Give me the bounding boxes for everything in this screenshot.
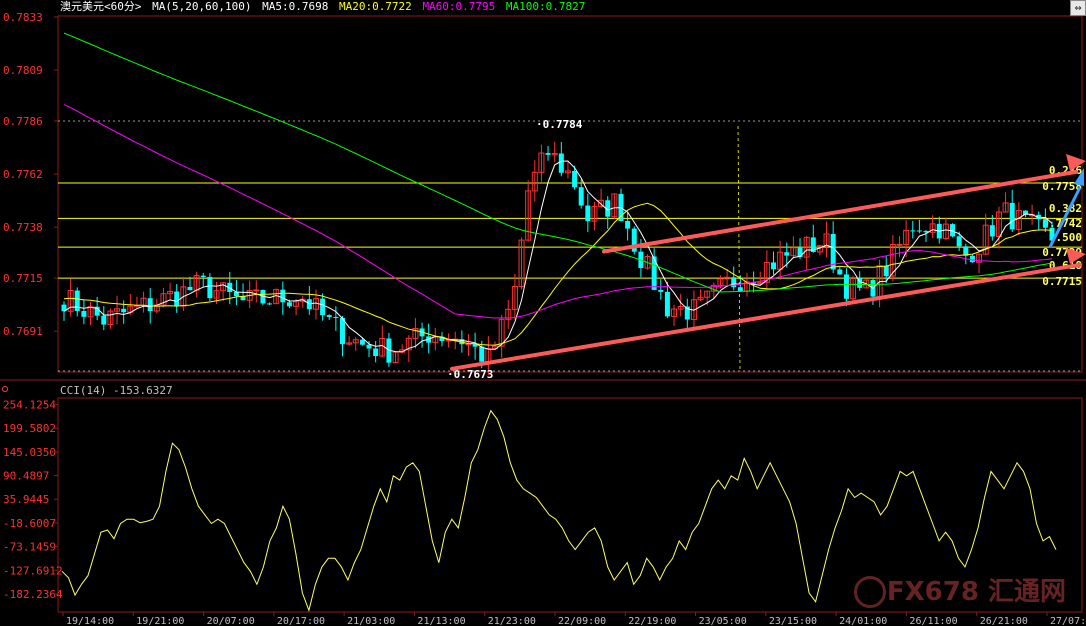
candle-body-down [81,311,87,317]
x-tick-label: 21/03:00 [347,616,395,626]
candle-body-down [74,290,80,312]
ma-spec-label: MA(5,20,60,100) [152,0,252,13]
chart-header: 澳元美元<60分> MA(5,20,60,100) MA5:0.7698 MA2… [60,0,589,14]
restore-window-button[interactable]: ⇔ [1070,0,1086,16]
symbol-label: 澳元美元<60分> [60,0,142,13]
fib-right-label: 0.7715 [1042,275,1082,288]
candle-body-down [771,262,777,270]
x-tick-label: 20/17:00 [277,616,325,626]
candle-body-down [883,265,889,277]
candle-body-down [147,298,153,312]
x-tick-label: 20/07:00 [207,616,255,626]
candle-body-down [578,187,584,206]
candle-body-down [174,291,180,307]
candle-body-up [465,343,472,346]
cci-y-tick-label: -127.6912 [3,564,63,577]
candle-body-down [200,275,206,277]
candle-body-down [320,298,326,316]
price-y-tick-label: 0.7715 [3,272,43,285]
candle-body-down [101,315,107,325]
x-tick-label: 24/01:00 [839,616,887,626]
x-tick-label: 22/09:00 [558,616,606,626]
x-tick-label: 27/07:00 [1050,616,1086,626]
candle-body-down [585,205,591,222]
candle-body-down [545,153,551,155]
watermark-logo-icon [854,576,886,608]
candle-body-down [625,220,631,229]
ma20-label: MA20:0.7722 [338,0,412,13]
x-tick-label: 19/14:00 [66,616,114,626]
x-tick-label: 22/19:00 [628,616,676,626]
candle-body-down [280,289,286,303]
candle-body-down [306,299,312,310]
candle-body-down [366,344,372,349]
ma60-label: MA60:0.7795 [422,0,496,13]
candle-body-down [267,303,273,305]
cci-y-tick-label: 35.9445 [3,493,49,506]
candle-body-down [956,236,962,247]
price-y-tick-label: 0.7762 [3,168,43,181]
candle-body-down [989,225,995,237]
watermark: FX678 汇通网 [886,577,1066,607]
candle-body-down [843,274,849,299]
x-tick-label: 21/23:00 [488,616,536,626]
vertical-dashed-line [737,125,741,371]
x-tick-label: 21/13:00 [417,616,465,626]
candle-body-down [837,269,843,275]
x-tick-label: 26/21:00 [980,616,1028,626]
cci-y-tick-label: 145.0350 [3,446,56,459]
candle-body-down [326,315,332,317]
candle-body-down [664,291,670,317]
x-tick-label: 26/11:00 [909,616,957,626]
price-y-tick-label: 0.7809 [3,64,43,77]
candle-body-down [969,255,975,263]
candle-body-down [286,302,292,307]
cci-y-tick-label: 254.1254 [3,399,56,412]
cci-header: CCI(14) -153.6327 [60,384,173,398]
candle-body-down [333,316,339,318]
candle-body-down [359,339,365,345]
candle-body-down [737,287,743,292]
price-panel-frame [57,15,1083,373]
candle-body-down [1042,219,1048,228]
candle-body-down [784,252,790,256]
candle-body-down [658,289,664,292]
candle-body-down [558,153,564,173]
candle-body-down [950,224,956,237]
candle-body-down [187,286,193,291]
price-y-tick-label: 0.7833 [3,11,43,24]
price-y-tick-label: 0.7691 [3,325,43,338]
ma100-label: MA100:0.7827 [505,0,586,13]
cci-y-tick-label: -73.1459 [3,541,56,554]
cci-title: CCI(14) [60,384,107,397]
candle-body-up [253,289,260,292]
ma20-line [63,202,1053,346]
cci-y-tick-label: -182.2364 [3,588,63,601]
cci-marker-icon [2,386,8,392]
candle-body-down [339,317,345,345]
cci-y-tick-label: -18.6007 [3,517,56,530]
candle-body-down [910,230,916,232]
candle-body-down [121,308,127,313]
high-annotation: ·0.7784 [536,118,583,131]
candle-body-down [916,230,922,232]
candle-body-down [479,346,485,362]
x-tick-label: 23/15:00 [769,616,817,626]
x-tick-label: 23/05:00 [699,616,747,626]
price-chart: 0.7833 0.7809 0.7786 0.7762 0.7738 0.7715 0.76… [0,11,1086,626]
ma5-line [63,160,1053,353]
cci-value: -153.6327 [112,384,173,397]
candle-body-down [1009,202,1015,230]
candle-body-down [572,170,578,188]
candle-body-down [373,348,379,357]
price-y-tick-label: 0.7738 [3,221,43,234]
candle-body-up [896,243,903,246]
cci-y-tick-label: 199.5802 [3,422,56,435]
cci-y-tick-label: 90.4897 [3,470,49,483]
ma5-label: MA5:0.7698 [262,0,329,13]
candle-body-down [233,292,239,297]
x-tick-label: 19/21:00 [136,616,184,626]
candle-body-down [207,276,213,299]
price-y-tick-label: 0.7786 [3,115,43,128]
